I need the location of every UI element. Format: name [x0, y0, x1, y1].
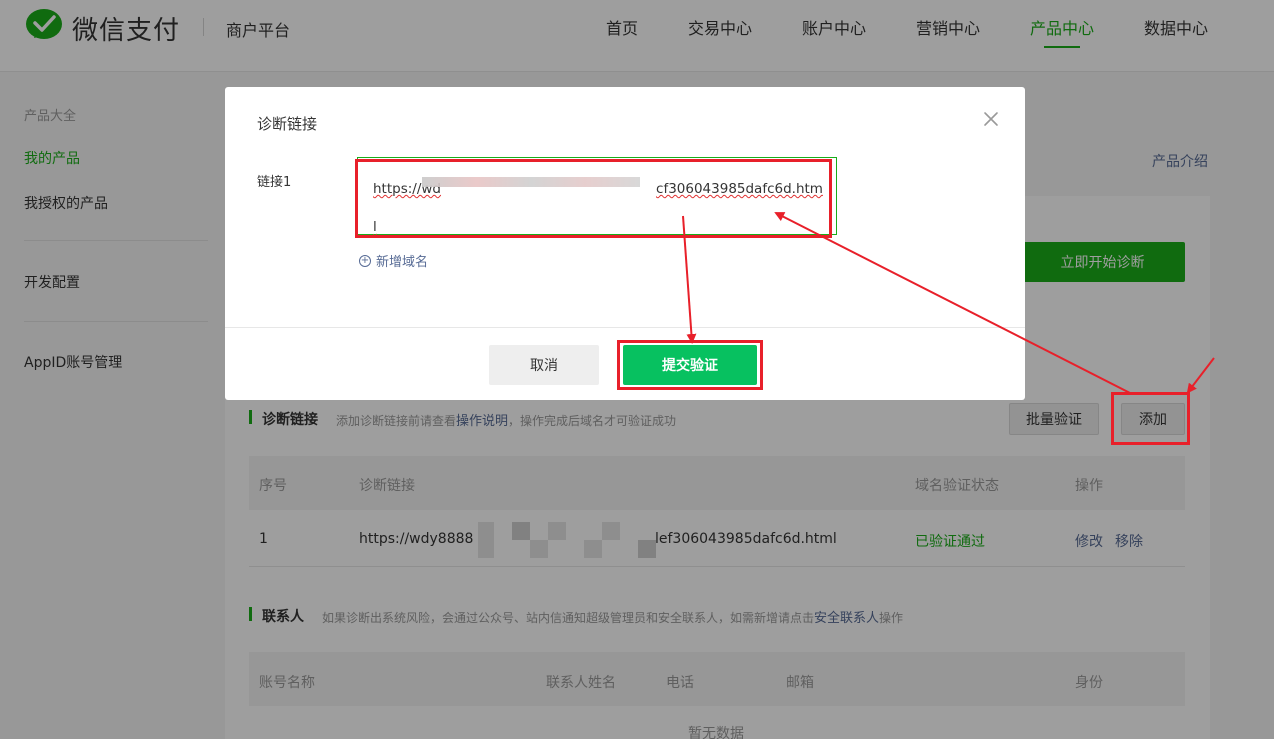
dialog-title: 诊断链接 — [257, 115, 318, 133]
annotation-box-url — [355, 159, 832, 238]
dialog-footer-divider — [225, 327, 1025, 328]
add-domain-link[interactable]: + 新增域名 — [359, 251, 428, 270]
cancel-button[interactable]: 取消 — [489, 345, 599, 385]
plus-circle-icon: + — [359, 254, 371, 267]
add-domain-label: 新增域名 — [376, 255, 429, 270]
annotation-box-submit — [617, 340, 763, 390]
link-field-label: 链接1 — [257, 175, 292, 190]
close-icon[interactable] — [983, 111, 999, 127]
annotation-box-add — [1111, 392, 1190, 445]
